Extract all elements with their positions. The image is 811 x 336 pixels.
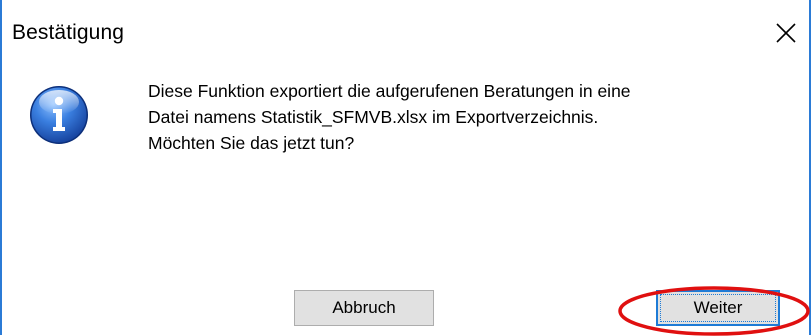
message-line: Diese Funktion exportiert die aufgerufen… — [148, 81, 631, 101]
close-button[interactable] — [763, 10, 809, 56]
continue-button-label: Weiter — [693, 298, 743, 317]
dialog-title: Bestätigung — [12, 21, 125, 44]
continue-button[interactable]: Weiter — [656, 290, 780, 326]
close-icon — [776, 23, 796, 43]
dialog-body: Diese Funktion exportiert die aufgerufen… — [2, 62, 809, 335]
dialog-message: Diese Funktion exportiert die aufgerufen… — [148, 78, 788, 156]
message-line: Möchten Sie das jetzt tun? — [148, 133, 355, 153]
confirmation-dialog: Bestätigung Diese Funktion exportiert di… — [0, 0, 811, 336]
info-icon — [30, 86, 88, 144]
cancel-button[interactable]: Abbruch — [294, 290, 434, 326]
message-line: Datei namens Statistik_SFMVB.xlsx im Exp… — [148, 107, 599, 127]
